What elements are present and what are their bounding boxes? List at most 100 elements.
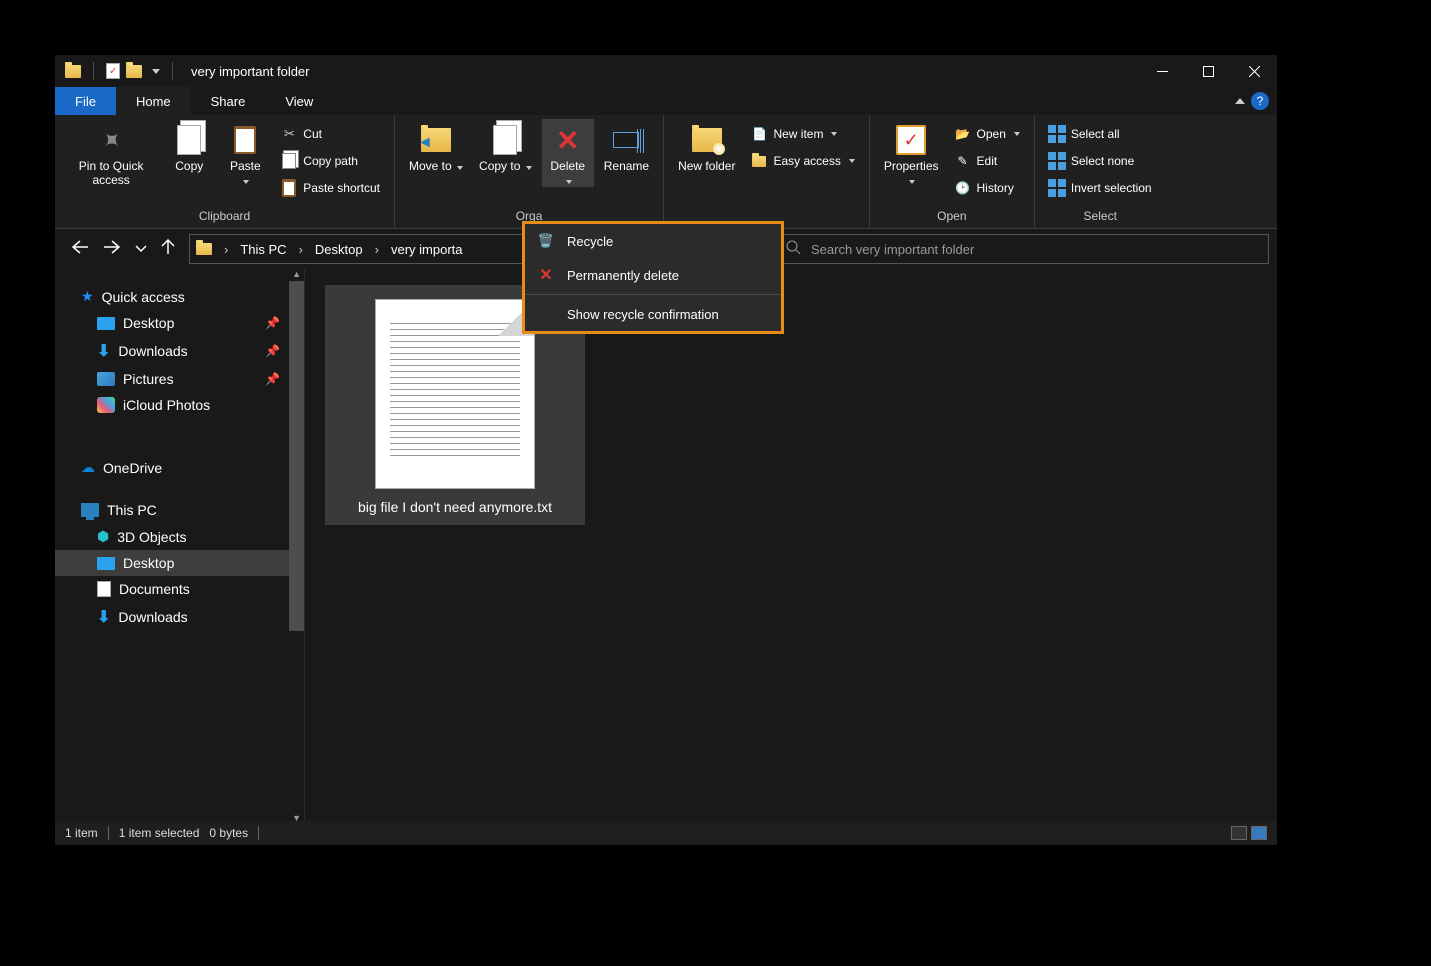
select-all-button[interactable]: Select all [1043, 121, 1158, 147]
blank-icon [537, 305, 555, 323]
sidebar-this-pc[interactable]: This PC [55, 497, 304, 523]
star-icon: ★ [81, 288, 94, 305]
sidebar-desktop-2[interactable]: Desktop [55, 550, 304, 576]
sidebar: ★Quick access Desktop📌 ⬇Downloads📌 Pictu… [55, 269, 305, 823]
sidebar-pictures[interactable]: Pictures📌 [55, 366, 304, 392]
content-pane: big file I don't need anymore.txt [305, 269, 1277, 823]
app-icon [65, 65, 81, 78]
status-bar: 1 item 1 item selected 0 bytes [55, 821, 1277, 845]
move-to-button[interactable]: ◄ Move to [403, 119, 469, 173]
text-file-icon [375, 299, 535, 489]
sidebar-scrollbar[interactable]: ▲ ▼ [289, 269, 304, 823]
ribbon: ✦ Pin to Quick access Copy Paste Cut Cop… [55, 115, 1277, 229]
desktop-icon [97, 317, 115, 330]
search-input[interactable]: Search very important folder [775, 234, 1269, 264]
invert-icon [1049, 180, 1065, 196]
copy-path-button[interactable]: Copy path [275, 148, 386, 174]
downloads-icon: ⬇ [97, 607, 110, 627]
paste-button[interactable]: Paste [219, 119, 271, 187]
copy-button[interactable]: Copy [163, 119, 215, 173]
new-folder-button[interactable]: New folder [672, 119, 741, 173]
select-none-button[interactable]: Select none [1043, 148, 1158, 174]
dropdown-show-confirmation[interactable]: Show recycle confirmation [525, 297, 781, 331]
history-button[interactable]: 🕑History [949, 175, 1026, 201]
pc-icon [81, 503, 99, 517]
scroll-thumb[interactable] [289, 281, 304, 631]
nav-recent-button[interactable] [135, 240, 147, 258]
open-button[interactable]: 📂Open [949, 121, 1026, 147]
sidebar-documents[interactable]: Documents [55, 576, 304, 602]
pin-icon: 📌 [265, 316, 280, 330]
tab-view[interactable]: View [265, 87, 333, 115]
copy-to-button[interactable]: Copy to [473, 119, 538, 173]
breadcrumb-desktop[interactable]: Desktop [315, 242, 363, 257]
pin-icon: ✦ [94, 123, 129, 158]
sidebar-icloud[interactable]: iCloud Photos [55, 392, 304, 418]
sidebar-desktop[interactable]: Desktop📌 [55, 310, 304, 336]
pin-icon: 📌 [265, 372, 280, 386]
copy-icon [177, 125, 201, 155]
rename-button[interactable]: Rename [598, 119, 655, 173]
tab-home[interactable]: Home [116, 87, 191, 115]
rename-icon [613, 132, 639, 148]
moveto-icon: ◄ [421, 128, 451, 152]
paste-shortcut-button[interactable]: Paste shortcut [275, 175, 386, 201]
delete-dropdown-menu: 🗑️ Recycle ✕ Permanently delete Show rec… [522, 221, 784, 334]
onedrive-icon: ☁ [81, 459, 95, 476]
edit-button[interactable]: ✎Edit [949, 148, 1026, 174]
pin-quick-access-button[interactable]: ✦ Pin to Quick access [63, 119, 159, 187]
search-placeholder: Search very important folder [811, 242, 974, 257]
tab-file[interactable]: File [55, 87, 116, 115]
history-icon: 🕑 [955, 180, 971, 196]
nav-forward-button[interactable] [103, 240, 121, 259]
open-icon: 📂 [955, 126, 971, 142]
documents-icon [97, 581, 111, 597]
sidebar-3d-objects[interactable]: ⬢3D Objects [55, 523, 304, 550]
sidebar-downloads[interactable]: ⬇Downloads📌 [55, 336, 304, 366]
large-icons-view-icon[interactable] [1251, 826, 1267, 840]
nav-up-button[interactable] [161, 239, 175, 260]
invert-selection-button[interactable]: Invert selection [1043, 175, 1158, 201]
minimize-button[interactable] [1139, 55, 1185, 87]
breadcrumb-folder[interactable]: very importa [391, 242, 463, 257]
new-item-button[interactable]: 📄New item [745, 121, 860, 147]
qat-dropdown-icon[interactable] [152, 69, 160, 74]
desktop-icon [97, 557, 115, 570]
dropdown-permanently-delete[interactable]: ✕ Permanently delete [525, 258, 781, 292]
select-none-icon [1049, 153, 1065, 169]
dropdown-recycle[interactable]: 🗑️ Recycle [525, 224, 781, 258]
copy-path-icon [281, 153, 297, 169]
help-icon[interactable]: ? [1251, 92, 1269, 110]
status-size: 0 bytes [209, 826, 248, 840]
easy-access-button[interactable]: Easy access [745, 148, 860, 174]
search-icon [786, 240, 801, 258]
scissors-icon [281, 126, 297, 142]
maximize-button[interactable] [1185, 55, 1231, 87]
sidebar-quick-access[interactable]: ★Quick access [55, 283, 304, 310]
sidebar-downloads-2[interactable]: ⬇Downloads [55, 602, 304, 632]
paste-shortcut-icon [281, 180, 297, 196]
view-mode-toggle[interactable] [1231, 826, 1267, 840]
nav-back-button[interactable] [71, 240, 89, 259]
address-folder-icon [196, 243, 212, 255]
titlebar: ✓ very important folder [55, 55, 1277, 87]
qat-icon-2[interactable] [126, 65, 142, 78]
delete-button[interactable]: ✕ Delete [542, 119, 594, 187]
details-view-icon[interactable] [1231, 826, 1247, 840]
edit-icon: ✎ [955, 153, 971, 169]
delete-x-icon: ✕ [537, 266, 555, 284]
cut-button[interactable]: Cut [275, 121, 386, 147]
close-button[interactable] [1231, 55, 1277, 87]
tab-share[interactable]: Share [191, 87, 266, 115]
collapse-ribbon-icon[interactable] [1235, 98, 1245, 104]
breadcrumb-pc[interactable]: This PC [240, 242, 286, 257]
icloud-icon [97, 397, 115, 413]
ribbon-tabs: File Home Share View ? [55, 87, 1277, 115]
new-folder-icon [692, 128, 722, 152]
qat-icon-1[interactable]: ✓ [106, 63, 120, 79]
copyto-icon [493, 125, 517, 155]
scroll-up-icon[interactable]: ▲ [292, 269, 301, 279]
properties-button[interactable]: ✓ Properties [878, 119, 945, 187]
window-title: very important folder [191, 64, 310, 79]
sidebar-onedrive[interactable]: ☁OneDrive [55, 454, 304, 481]
